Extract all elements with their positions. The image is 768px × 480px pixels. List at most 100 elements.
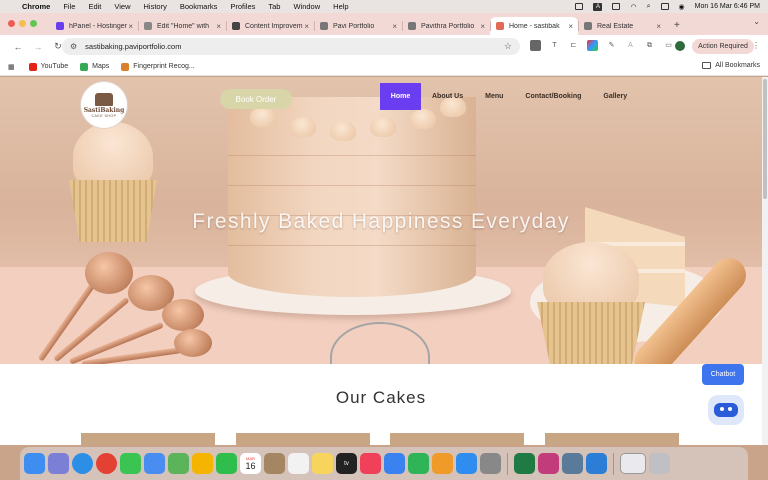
nav-contact-booking[interactable]: Contact/Booking: [514, 83, 592, 110]
photos-icon[interactable]: [192, 453, 213, 474]
maps-icon[interactable]: [168, 453, 189, 474]
chatbot-robot-icon[interactable]: [708, 395, 744, 425]
vscode-icon[interactable]: [586, 453, 607, 474]
bookmark-star-icon[interactable]: ☆: [504, 41, 512, 52]
url-text[interactable]: sastibaking.paviportfolio.com: [85, 42, 181, 51]
reminders-icon[interactable]: [288, 453, 309, 474]
preview-icon[interactable]: [562, 453, 583, 474]
close-tab-icon[interactable]: ×: [568, 22, 573, 31]
site-logo[interactable]: SastiBaking CAKE SHOP: [81, 82, 127, 128]
action-required-button[interactable]: Action Required: [692, 39, 754, 54]
translate-icon[interactable]: A: [625, 40, 636, 51]
minimize-window-icon[interactable]: [19, 20, 26, 27]
bookmark-fingerprint[interactable]: Fingerprint Recog...: [121, 62, 195, 71]
more-menu-icon[interactable]: ⋮: [752, 41, 760, 50]
nav-home[interactable]: Home: [380, 83, 421, 110]
tab-content-improvement[interactable]: Content Improvem ×: [226, 17, 314, 35]
numbers-icon[interactable]: [408, 453, 429, 474]
calendar-icon[interactable]: MAR 16: [240, 453, 261, 474]
extensions-puzzle-icon[interactable]: ⧉: [644, 40, 655, 51]
site-info-icon[interactable]: ⚙: [70, 42, 77, 51]
wifi-icon[interactable]: ◠: [630, 3, 636, 11]
close-tab-icon[interactable]: ×: [656, 22, 661, 31]
page-scrollbar[interactable]: [762, 77, 768, 445]
tab-search-chevron-icon[interactable]: ⌄: [753, 17, 760, 26]
scrollbar-thumb[interactable]: [763, 79, 767, 199]
tab-edit-home[interactable]: Edit "Home" with ×: [138, 17, 226, 35]
close-tab-icon[interactable]: ×: [216, 22, 221, 31]
minimized-window-icon[interactable]: [620, 453, 646, 474]
text-tool-icon[interactable]: T: [549, 40, 560, 51]
tab-pavi-portfolio[interactable]: Pavi Portfolio ×: [314, 17, 402, 35]
menu-profiles[interactable]: Profiles: [230, 2, 255, 11]
finder-icon[interactable]: [24, 453, 45, 474]
new-tab-icon[interactable]: +: [674, 17, 680, 35]
bookmark-maps[interactable]: Maps: [80, 62, 109, 71]
media-icon[interactable]: [530, 40, 541, 51]
bookmark-youtube[interactable]: YouTube: [28, 62, 68, 71]
launchpad-icon[interactable]: [48, 453, 69, 474]
safari-icon[interactable]: [72, 453, 93, 474]
tab-home-sastibaking[interactable]: Home - sastibak ×: [490, 17, 578, 35]
appletv-icon[interactable]: tv: [336, 453, 357, 474]
battery-icon[interactable]: [575, 3, 584, 10]
menu-tab[interactable]: Tab: [268, 2, 280, 11]
ruler-icon[interactable]: ⊏: [568, 40, 579, 51]
spotlight-icon[interactable]: ⌕: [647, 3, 651, 11]
cake-card[interactable]: [236, 433, 370, 445]
menu-window[interactable]: Window: [293, 2, 320, 11]
book-order-button[interactable]: Book Order: [220, 89, 292, 109]
tab-hpanel[interactable]: hPanel - Hostinger ×: [50, 17, 138, 35]
menu-clock[interactable]: Mon 16 Mar 6:46 PM: [695, 3, 760, 10]
chatbot-button[interactable]: Chatbot: [702, 364, 744, 385]
forward-arrow-icon[interactable]: →: [28, 42, 48, 52]
tab-real-estate[interactable]: Real Estate ×: [578, 17, 666, 35]
close-tab-icon[interactable]: ×: [304, 22, 309, 31]
menu-app-name[interactable]: Chrome: [22, 2, 50, 11]
colorzilla-icon[interactable]: [587, 40, 598, 51]
close-tab-icon[interactable]: ×: [480, 22, 485, 31]
menu-file[interactable]: File: [63, 2, 75, 11]
close-window-icon[interactable]: [8, 20, 15, 27]
cake-card[interactable]: [390, 433, 524, 445]
back-arrow-icon[interactable]: ←: [8, 42, 28, 52]
settings-icon[interactable]: [480, 453, 501, 474]
finder-archive-icon[interactable]: [264, 453, 285, 474]
appstore-icon[interactable]: [456, 453, 477, 474]
affinity-icon[interactable]: [538, 453, 559, 474]
apps-grid-icon[interactable]: ▦: [8, 63, 15, 71]
siri-icon[interactable]: ◉: [679, 3, 685, 11]
menu-help[interactable]: Help: [333, 2, 348, 11]
tab-pavithra-portfolio[interactable]: Pavithra Portfolio ×: [402, 17, 490, 35]
nav-gallery[interactable]: Gallery: [592, 83, 638, 110]
profile-avatar[interactable]: [675, 41, 685, 51]
all-bookmarks-button[interactable]: All Bookmarks: [702, 62, 760, 69]
menu-bookmarks[interactable]: Bookmarks: [180, 2, 218, 11]
facetime-icon[interactable]: [216, 453, 237, 474]
zoom-window-icon[interactable]: [30, 20, 37, 27]
close-tab-icon[interactable]: ×: [392, 22, 397, 31]
address-bar[interactable]: ⚙ sastibaking.paviportfolio.com ☆: [62, 38, 520, 55]
eyedropper-icon[interactable]: ✎: [606, 40, 617, 51]
menu-view[interactable]: View: [114, 2, 130, 11]
nav-menu[interactable]: Menu: [474, 83, 514, 110]
notes-icon[interactable]: [312, 453, 333, 474]
pages-icon[interactable]: [432, 453, 453, 474]
nav-about-us[interactable]: About Us: [421, 83, 474, 110]
cake-card[interactable]: [545, 433, 679, 445]
input-source-icon[interactable]: A: [593, 2, 603, 11]
keynote-icon[interactable]: [384, 453, 405, 474]
display-icon[interactable]: [612, 3, 621, 10]
control-center-icon[interactable]: [660, 3, 669, 10]
menu-history[interactable]: History: [144, 2, 167, 11]
excel-icon[interactable]: [514, 453, 535, 474]
messages-icon[interactable]: [120, 453, 141, 474]
trash-icon[interactable]: [649, 453, 670, 474]
chrome-icon[interactable]: [96, 453, 117, 474]
menu-edit[interactable]: Edit: [88, 2, 101, 11]
music-icon[interactable]: [360, 453, 381, 474]
sidebar-panel-icon[interactable]: ▭: [663, 40, 674, 51]
cake-card[interactable]: [81, 433, 215, 445]
close-tab-icon[interactable]: ×: [128, 22, 133, 31]
mail-icon[interactable]: [144, 453, 165, 474]
